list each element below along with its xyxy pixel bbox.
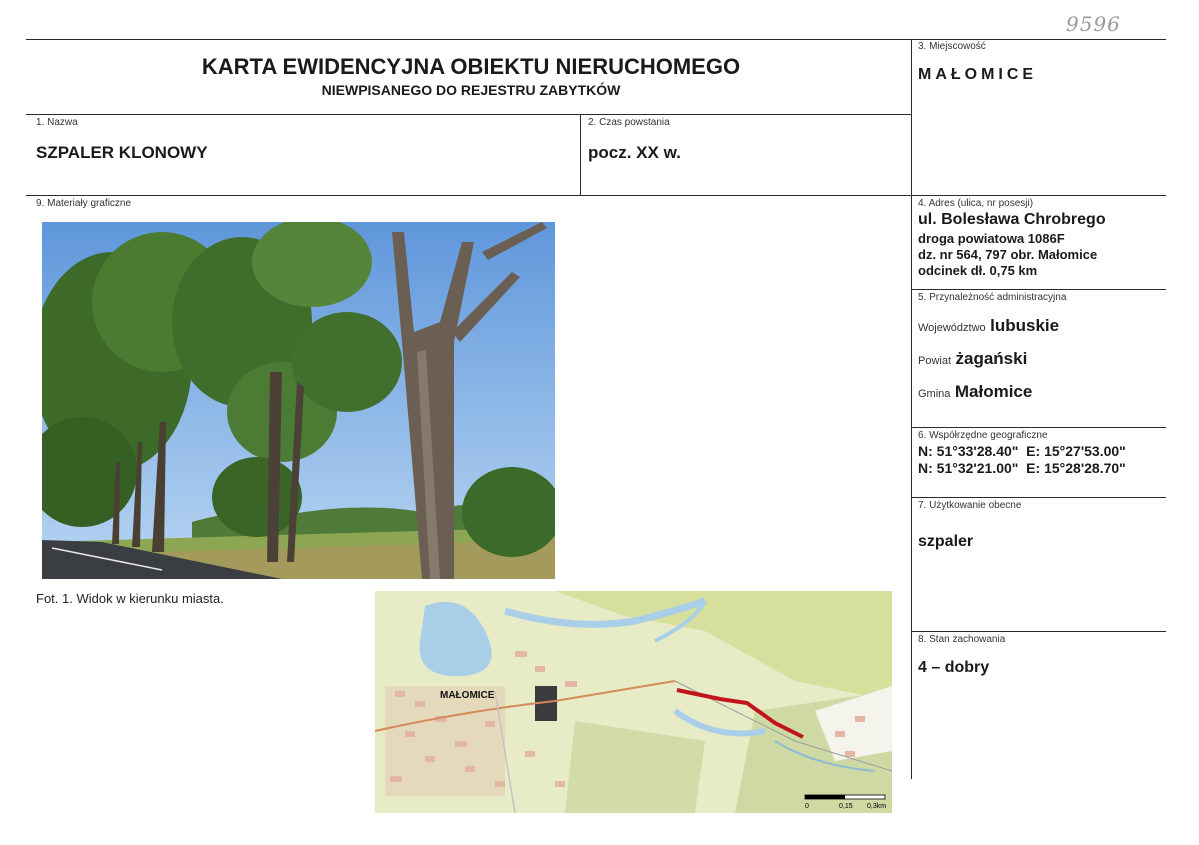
address-label: 4. Adres (ulica, nr posesji) (918, 198, 1034, 209)
period-value: pocz. XX w. (588, 143, 681, 162)
right-divider-8 (911, 631, 1166, 632)
name-value: SZPALER KLONOWY (36, 143, 208, 162)
document-subtitle: NIEWPISANEGO DO REJESTRU ZABYTKÓW (321, 82, 621, 98)
photo-caption: Fot. 1. Widok w kierunku miasta. (36, 591, 224, 606)
usage-label: 7. Użytkowanie obecne (918, 500, 1022, 511)
administration-label: 5. Przynależność administracyjna (918, 292, 1067, 303)
address-length: odcinek dł. 0,75 km (918, 263, 1038, 278)
voivodeship-value: lubuskie (990, 316, 1060, 335)
commune-value: Małomice (954, 382, 1033, 401)
graphics-label: 9. Materiały graficzne (36, 198, 132, 209)
condition-label: 8. Stan zachowania (918, 634, 1006, 645)
right-divider-6 (911, 427, 1166, 428)
county-key: Powiat (918, 355, 952, 367)
tree-alley-photo (42, 222, 555, 579)
commune-row: Gmina Małomice (918, 382, 1032, 402)
top-border (26, 39, 1166, 40)
usage-value: szpaler (918, 533, 974, 550)
name-label: 1. Nazwa (36, 117, 78, 128)
title-divider (26, 114, 911, 115)
address-parcel: dz. nr 564, 797 obr. Małomice (918, 247, 1098, 262)
right-divider-7 (911, 497, 1166, 498)
commune-key: Gmina (918, 388, 951, 400)
field-1-2-divider (580, 114, 581, 195)
map-scale-2: 0,3km (867, 803, 886, 810)
coordinates-start: N: 51°33'28.40" E: 15°27'53.00" (918, 443, 1126, 459)
fields-divider (26, 195, 1166, 196)
map-scale-1: 0,15 (839, 803, 853, 810)
county-value: żagański (955, 349, 1028, 368)
locality-value: MAŁOMICE (918, 66, 1038, 83)
document-title: KARTA EWIDENCYJNA OBIEKTU NIERUCHOMEGO (201, 54, 741, 79)
coordinates-end: N: 51°32'21.00" E: 15°28'28.70" (918, 460, 1126, 476)
location-map: 0 0,15 0,3km MAŁOMICE (375, 591, 892, 813)
address-street: ul. Bolesława Chrobrego (918, 211, 1106, 228)
column-divider (911, 39, 912, 779)
period-label: 2. Czas powstania (588, 117, 670, 128)
map-town-label: MAŁOMICE (440, 690, 495, 701)
condition-value: 4 – dobry (918, 659, 990, 676)
page-number-handwritten: 9596 (1066, 12, 1121, 36)
address-road: droga powiatowa 1086F (918, 231, 1065, 246)
right-divider-5 (911, 289, 1166, 290)
voivodeship-key: Województwo (918, 322, 986, 334)
voivodeship-row: Województwo lubuskie (918, 316, 1059, 336)
coordinates-label: 6. Współrzędne geograficzne (918, 430, 1048, 441)
county-row: Powiat żagański (918, 349, 1027, 369)
locality-label: 3. Miejscowość (918, 41, 986, 52)
map-scale-0: 0 (805, 803, 809, 810)
